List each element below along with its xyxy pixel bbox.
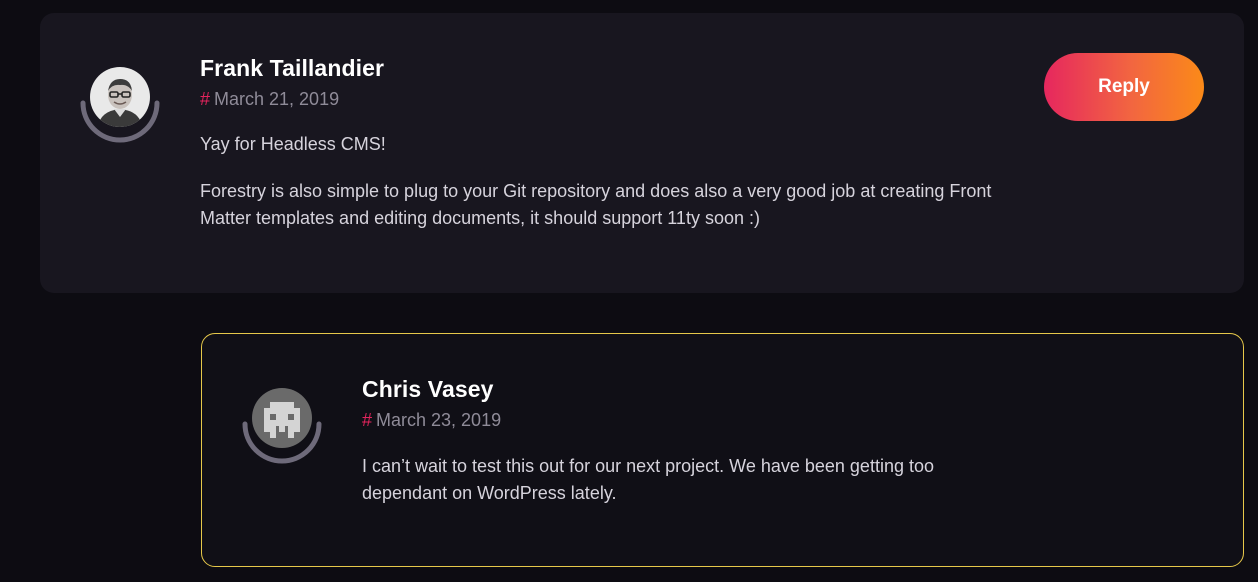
reply-button[interactable]: Reply xyxy=(1044,53,1204,121)
permalink-hash[interactable]: # xyxy=(200,89,210,109)
comment-date[interactable]: # March 23, 2019 xyxy=(362,410,501,431)
comment-date-text: March 21, 2019 xyxy=(214,89,340,109)
comment-paragraph: Forestry is also simple to plug to your … xyxy=(200,181,992,228)
comment-date[interactable]: # March 21, 2019 xyxy=(200,89,339,110)
avatar xyxy=(242,386,322,466)
pixel-invader-icon xyxy=(252,388,312,448)
comment-paragraph: Yay for Headless CMS! xyxy=(200,134,386,154)
comment-author[interactable]: Frank Taillandier xyxy=(200,55,384,82)
comment-card: Frank Taillandier # March 21, 2019 Yay fo… xyxy=(40,13,1244,293)
comment-paragraph: I can’t wait to test this out for our ne… xyxy=(362,456,934,503)
person-photo-icon xyxy=(90,67,150,127)
reply-comment-card: Chris Vasey # March 23, 2019 I can’t wait… xyxy=(201,333,1244,567)
comments-page: Frank Taillandier # March 21, 2019 Yay fo… xyxy=(0,0,1258,582)
permalink-hash[interactable]: # xyxy=(362,410,372,430)
comment-body: I can’t wait to test this out for our ne… xyxy=(362,453,1002,527)
comment-author[interactable]: Chris Vasey xyxy=(362,376,494,403)
comment-body: Yay for Headless CMS! Forestry is also s… xyxy=(200,131,1020,252)
comment-date-text: March 23, 2019 xyxy=(376,410,502,430)
avatar xyxy=(80,65,160,145)
